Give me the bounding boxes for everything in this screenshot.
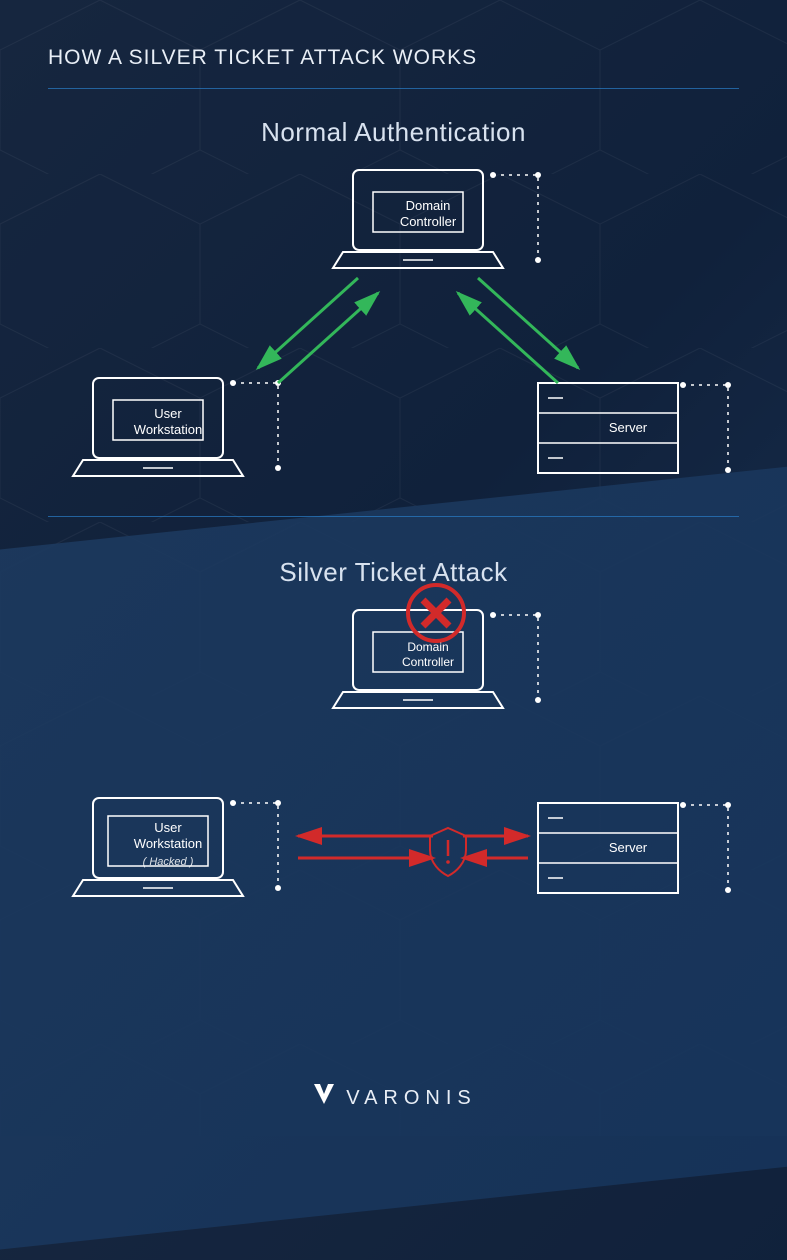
arrows-red <box>48 588 748 948</box>
arrows-green <box>48 148 748 508</box>
section-heading-normal: Normal Authentication <box>48 117 739 148</box>
title-rule <box>48 88 739 89</box>
section-divider <box>48 516 739 517</box>
page-title: HOW A SILVER TICKET ATTACK WORKS <box>48 46 739 70</box>
diagram-normal: Domain Controller User Workstation <box>48 148 739 508</box>
varonis-logo-icon <box>310 1080 338 1108</box>
brand-footer: VARONIS <box>0 1080 787 1110</box>
diagram-attack: Domain Controller User Wo <box>48 588 739 948</box>
section-heading-attack: Silver Ticket Attack <box>48 557 739 588</box>
warning-shield-icon <box>430 828 466 876</box>
brand-text: VARONIS <box>346 1087 477 1109</box>
